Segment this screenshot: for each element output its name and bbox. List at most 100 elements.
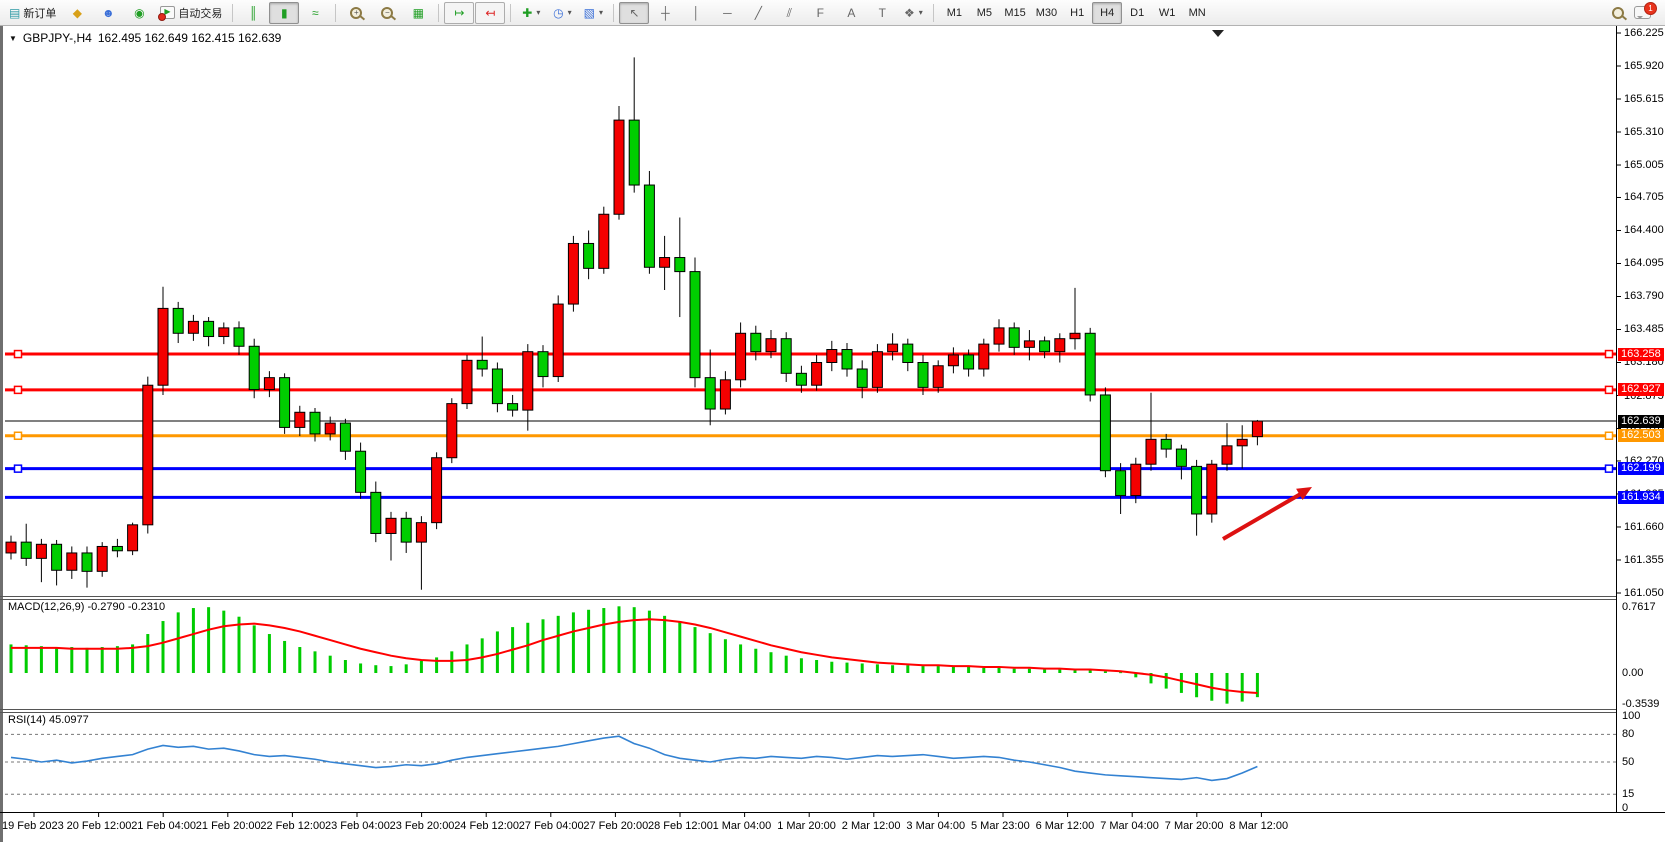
- candle[interactable]: [36, 544, 46, 558]
- text-label-tool-button[interactable]: T: [867, 2, 897, 24]
- candle[interactable]: [827, 350, 837, 363]
- candle[interactable]: [1070, 333, 1080, 338]
- candle[interactable]: [249, 346, 259, 389]
- text-tool-button[interactable]: A: [836, 2, 866, 24]
- tab-timeframe-mn[interactable]: MN: [1182, 2, 1212, 24]
- candle[interactable]: [1009, 328, 1019, 347]
- line-handle[interactable]: [1606, 351, 1613, 358]
- autotrade-button[interactable]: ▶ 自动交易: [155, 2, 227, 24]
- tab-timeframe-h1[interactable]: H1: [1062, 2, 1092, 24]
- candle[interactable]: [325, 423, 335, 434]
- candle[interactable]: [1192, 466, 1202, 514]
- candle[interactable]: [128, 525, 138, 551]
- tab-timeframe-d1[interactable]: D1: [1122, 2, 1152, 24]
- candle[interactable]: [1116, 471, 1126, 496]
- candle[interactable]: [812, 362, 822, 385]
- candle[interactable]: [386, 518, 396, 533]
- tab-timeframe-m1[interactable]: M1: [939, 2, 969, 24]
- candle[interactable]: [918, 362, 928, 387]
- candle[interactable]: [796, 373, 806, 385]
- horizontal-line-tool-button[interactable]: ─: [712, 2, 742, 24]
- candle[interactable]: [371, 492, 381, 533]
- zoom-in-button[interactable]: +: [341, 2, 371, 24]
- candle[interactable]: [52, 544, 62, 570]
- line-handle[interactable]: [15, 386, 22, 393]
- candle[interactable]: [629, 120, 639, 185]
- window-menu-triangle-icon[interactable]: ▼: [9, 34, 17, 43]
- candle[interactable]: [112, 546, 122, 550]
- candle[interactable]: [553, 304, 563, 377]
- candle[interactable]: [492, 369, 502, 404]
- candle[interactable]: [1237, 439, 1247, 445]
- auto-scroll-button[interactable]: ↦: [444, 2, 474, 24]
- tab-timeframe-m30[interactable]: M30: [1031, 2, 1062, 24]
- candle[interactable]: [584, 243, 594, 268]
- arrows-tool-button[interactable]: ❖ ▾: [898, 2, 928, 24]
- candle[interactable]: [690, 272, 700, 378]
- candle[interactable]: [964, 355, 974, 369]
- candle[interactable]: [82, 553, 92, 571]
- channel-tool-button[interactable]: ⫽: [774, 2, 804, 24]
- candle[interactable]: [781, 339, 791, 374]
- candle[interactable]: [1100, 395, 1110, 471]
- tile-windows-button[interactable]: ▦: [403, 2, 433, 24]
- cursor-tool-button[interactable]: ↖: [619, 2, 649, 24]
- trendline-tool-button[interactable]: ╱: [743, 2, 773, 24]
- candle[interactable]: [21, 542, 31, 558]
- candle[interactable]: [599, 214, 609, 268]
- candle[interactable]: [188, 321, 198, 333]
- tab-timeframe-m5[interactable]: M5: [969, 2, 999, 24]
- vertical-line-tool-button[interactable]: │: [681, 2, 711, 24]
- candle[interactable]: [295, 412, 305, 427]
- line-handle[interactable]: [1606, 465, 1613, 472]
- candle[interactable]: [1131, 464, 1141, 495]
- candle[interactable]: [97, 546, 107, 571]
- candle[interactable]: [1222, 446, 1232, 464]
- zoom-out-button[interactable]: −: [372, 2, 402, 24]
- line-handle[interactable]: [1606, 386, 1613, 393]
- candle[interactable]: [538, 352, 548, 377]
- candle[interactable]: [568, 243, 578, 304]
- signals-button[interactable]: ◉: [124, 2, 154, 24]
- templates-button[interactable]: ▧ ▾: [578, 2, 608, 24]
- candle[interactable]: [1040, 341, 1050, 352]
- candle[interactable]: [720, 380, 730, 409]
- tab-timeframe-h4[interactable]: H4: [1092, 2, 1122, 24]
- line-handle[interactable]: [1606, 432, 1613, 439]
- search-icon[interactable]: [1612, 7, 1624, 19]
- candle[interactable]: [356, 451, 366, 492]
- candle[interactable]: [872, 352, 882, 388]
- candle[interactable]: [143, 385, 153, 525]
- candle[interactable]: [660, 258, 670, 268]
- candle[interactable]: [705, 378, 715, 409]
- candle[interactable]: [234, 328, 244, 346]
- candle[interactable]: [462, 360, 472, 403]
- tab-timeframe-w1[interactable]: W1: [1152, 2, 1182, 24]
- candle[interactable]: [751, 333, 761, 351]
- candlestick-chart-button[interactable]: ▮: [269, 2, 299, 24]
- candle[interactable]: [933, 366, 943, 388]
- candle[interactable]: [857, 369, 867, 387]
- candle[interactable]: [1024, 341, 1034, 347]
- candle[interactable]: [644, 185, 654, 267]
- candle[interactable]: [158, 308, 168, 385]
- candle[interactable]: [979, 344, 989, 369]
- candle[interactable]: [280, 378, 290, 428]
- candle[interactable]: [340, 423, 350, 451]
- line-handle[interactable]: [15, 351, 22, 358]
- notifications-icon[interactable]: 1: [1634, 6, 1651, 19]
- candle[interactable]: [401, 518, 411, 542]
- chart-canvas[interactable]: [0, 26, 1665, 842]
- candle[interactable]: [204, 321, 214, 336]
- candle[interactable]: [508, 404, 518, 410]
- candle[interactable]: [903, 344, 913, 362]
- candle[interactable]: [447, 404, 457, 458]
- candle[interactable]: [219, 328, 229, 337]
- candle[interactable]: [432, 458, 442, 523]
- candle[interactable]: [1055, 339, 1065, 352]
- crosshair-tool-button[interactable]: ┼: [650, 2, 680, 24]
- candle[interactable]: [766, 339, 776, 352]
- candle[interactable]: [264, 378, 274, 390]
- candle[interactable]: [994, 328, 1004, 344]
- indicators-button[interactable]: ✚ ▾: [516, 2, 546, 24]
